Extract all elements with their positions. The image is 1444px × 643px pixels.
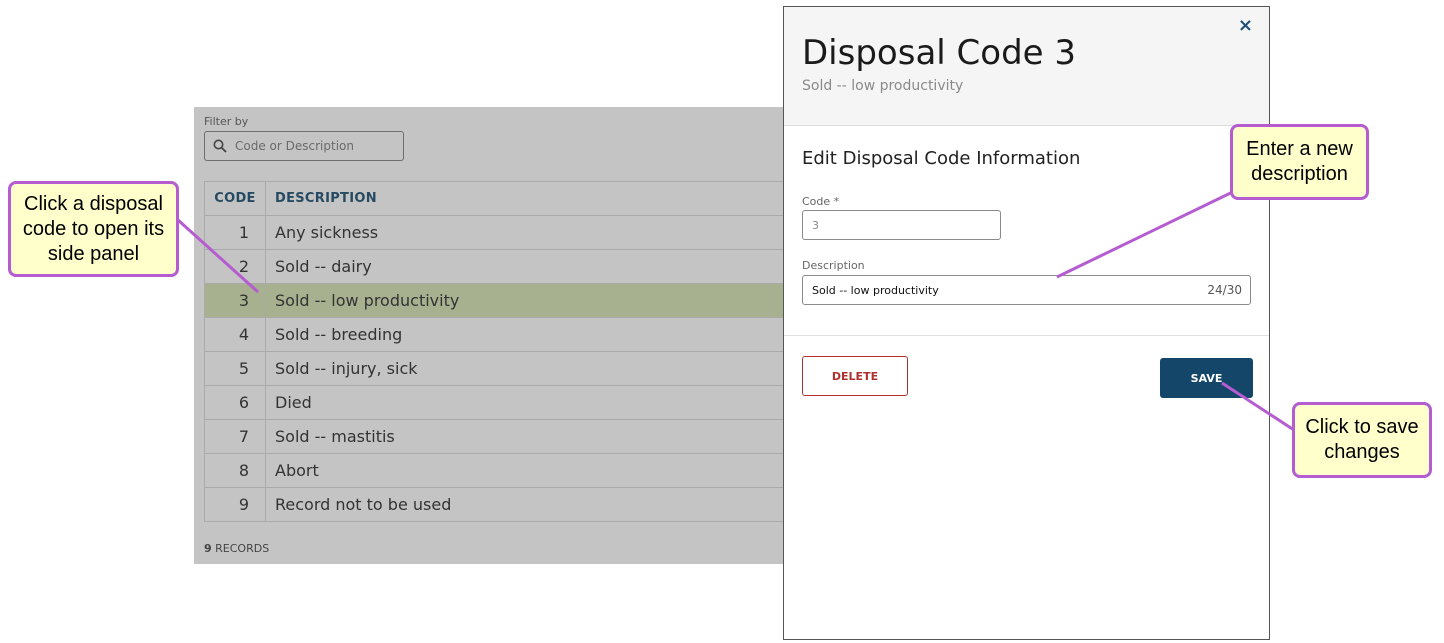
filter-input[interactable]: Code or Description: [204, 131, 404, 161]
description-label: Description: [802, 259, 865, 272]
row-description: Sold -- breeding: [275, 325, 403, 344]
row-description: Sold -- mastitis: [275, 427, 395, 446]
code-field[interactable]: 3: [802, 210, 1001, 240]
row-code: 8: [205, 454, 266, 487]
column-header-description[interactable]: DESCRIPTION: [266, 182, 377, 215]
panel-subtitle: Sold -- low productivity: [802, 78, 964, 94]
table-row[interactable]: 3 Sold -- low productivity: [205, 284, 784, 318]
callout-enter-description: Enter a new description: [1230, 124, 1369, 200]
panel-title: Disposal Code 3: [802, 33, 1077, 73]
table-row[interactable]: 8 Abort: [205, 454, 784, 488]
table-row[interactable]: 1 Any sickness: [205, 216, 784, 250]
row-code: 1: [205, 216, 266, 249]
callout-save-changes: Click to save changes: [1292, 402, 1432, 478]
row-description: Sold -- dairy: [275, 257, 372, 276]
row-code: 7: [205, 420, 266, 453]
table-row[interactable]: 6 Died: [205, 386, 784, 420]
divider: [784, 335, 1269, 336]
row-code: 2: [205, 250, 266, 283]
row-description: Died: [275, 393, 312, 412]
page: Filter by Code or Description CODE DESCR…: [0, 0, 1444, 643]
filter-label: Filter by: [204, 115, 249, 128]
row-code: 5: [205, 352, 266, 385]
row-description: Sold -- injury, sick: [275, 359, 418, 378]
side-panel-header: × Disposal Code 3 Sold -- low productivi…: [784, 7, 1269, 126]
table-row[interactable]: 4 Sold -- breeding: [205, 318, 784, 352]
disposal-code-list: Filter by Code or Description CODE DESCR…: [194, 107, 784, 564]
table-row[interactable]: 7 Sold -- mastitis: [205, 420, 784, 454]
callout-select-row: Click a disposal code to open its side p…: [8, 181, 179, 277]
code-value: 3: [812, 218, 819, 232]
table-row[interactable]: 2 Sold -- dairy: [205, 250, 784, 284]
table-row[interactable]: 9 Record not to be used: [205, 488, 784, 522]
row-description: Abort: [275, 461, 319, 480]
section-title: Edit Disposal Code Information: [802, 148, 1081, 169]
filter-placeholder: Code or Description: [235, 139, 354, 153]
description-field[interactable]: Sold -- low productivity 24/30: [802, 275, 1251, 305]
records-number: 9: [204, 542, 212, 555]
row-code: 9: [205, 488, 266, 521]
records-label: RECORDS: [215, 542, 270, 555]
row-code: 4: [205, 318, 266, 351]
description-value: Sold -- low productivity: [812, 283, 939, 297]
row-description: Sold -- low productivity: [275, 291, 460, 310]
code-label: Code *: [802, 195, 840, 208]
row-code: 3: [205, 284, 266, 317]
disposal-code-table: CODE DESCRIPTION 1 Any sickness 2 Sold -- d…: [204, 181, 784, 522]
close-icon[interactable]: ×: [1238, 15, 1253, 36]
row-code: 6: [205, 386, 266, 419]
table-row[interactable]: 5 Sold -- injury, sick: [205, 352, 784, 386]
side-panel: × Disposal Code 3 Sold -- low productivi…: [783, 6, 1270, 640]
delete-button[interactable]: DELETE: [802, 356, 908, 396]
column-header-code[interactable]: CODE: [205, 182, 266, 215]
row-description: Record not to be used: [275, 495, 452, 514]
character-count: 24/30: [1207, 283, 1242, 297]
save-button[interactable]: SAVE: [1160, 358, 1253, 398]
records-count: 9 RECORDS: [204, 542, 269, 555]
search-icon: [213, 139, 227, 153]
row-description: Any sickness: [275, 223, 379, 242]
table-header: CODE DESCRIPTION: [205, 182, 784, 216]
